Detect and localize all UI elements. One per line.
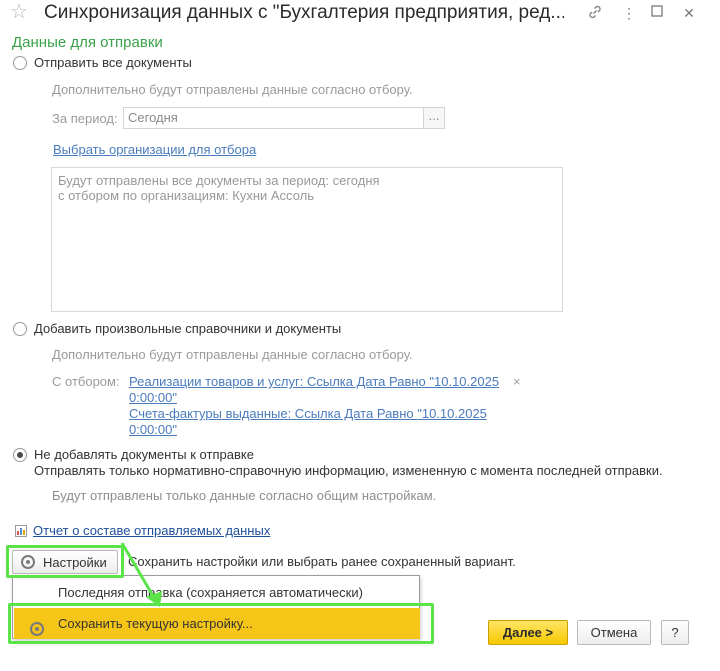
summary-line-1: Будут отправлены все документы за период… bbox=[58, 173, 380, 188]
period-input[interactable]: Сегодня bbox=[123, 107, 424, 129]
no-docs-description: Отправлять только нормативно-справочную … bbox=[34, 463, 663, 478]
radio-custom[interactable] bbox=[13, 322, 27, 336]
summary-line-2: с отбором по организациям: Кухни Ассоль bbox=[58, 188, 315, 203]
filter-1-link-cont[interactable]: 0:00:00" bbox=[129, 390, 177, 406]
filter-2-link-cont[interactable]: 0:00:00" bbox=[129, 422, 177, 438]
radio-send-all-label[interactable]: Отправить все документы bbox=[34, 55, 192, 71]
filter-remove-icon[interactable]: × bbox=[513, 374, 521, 389]
period-select-button[interactable]: ... bbox=[423, 107, 445, 129]
annotation-save-highlight bbox=[8, 603, 434, 644]
custom-note: Дополнительно будут отправлены данные со… bbox=[52, 347, 413, 362]
radio-no-docs[interactable] bbox=[13, 448, 27, 462]
help-button[interactable]: ? bbox=[661, 620, 689, 645]
select-organizations-link[interactable]: Выбрать организации для отбора bbox=[53, 142, 256, 158]
period-label: За период: bbox=[52, 111, 118, 126]
chain-link-icon[interactable] bbox=[586, 4, 604, 22]
filter-1-link[interactable]: Реализации товаров и услуг: Ссылка Дата … bbox=[129, 374, 499, 390]
annotation-arrow bbox=[120, 542, 162, 607]
period-value: Сегодня bbox=[128, 110, 178, 125]
window-title: Синхронизация данных с "Бухгалтерия пред… bbox=[44, 2, 564, 23]
star-icon[interactable]: ☆ bbox=[10, 2, 28, 22]
next-button[interactable]: Далее > bbox=[488, 620, 568, 645]
send-all-summary: Будут отправлены все документы за период… bbox=[51, 167, 563, 312]
menu-item-last-sent-label: Последняя отправка (сохраняется автомати… bbox=[58, 585, 363, 600]
no-docs-note: Будут отправлены только данные согласно … bbox=[52, 488, 437, 503]
title-bar: ☆ Синхронизация данных с "Бухгалтерия пр… bbox=[0, 0, 720, 28]
send-all-note: Дополнительно будут отправлены данные со… bbox=[52, 82, 413, 97]
minimize-icon[interactable] bbox=[648, 4, 666, 22]
cancel-button[interactable]: Отмена bbox=[577, 620, 651, 645]
filter-2-link[interactable]: Счета-фактуры выданные: Ссылка Дата Равн… bbox=[129, 406, 487, 422]
section-title: Данные для отправки bbox=[12, 34, 163, 51]
report-icon bbox=[15, 525, 27, 537]
filter-label: С отбором: bbox=[52, 374, 120, 389]
close-icon[interactable]: ✕ bbox=[680, 4, 698, 22]
radio-custom-label[interactable]: Добавить произвольные справочники и доку… bbox=[34, 321, 341, 337]
radio-no-docs-label[interactable]: Не добавлять документы к отправке bbox=[34, 447, 254, 463]
radio-send-all[interactable] bbox=[13, 56, 27, 70]
kebab-menu-icon[interactable]: ⋮ bbox=[620, 4, 638, 22]
annotation-settings-highlight bbox=[6, 545, 124, 578]
